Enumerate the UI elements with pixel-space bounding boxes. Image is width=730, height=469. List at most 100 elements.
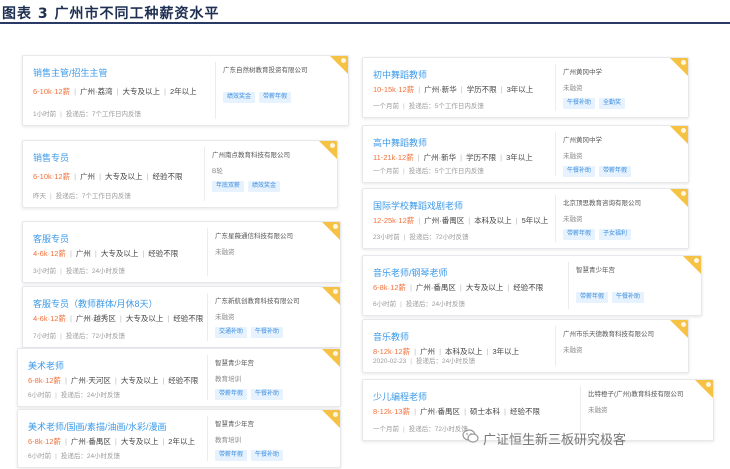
- feedback-time: 投递后：5个工作日内反馈: [408, 168, 484, 175]
- separator: |: [116, 87, 119, 96]
- feedback-time: 投递后：5个工作日内反馈: [408, 103, 484, 110]
- job-title[interactable]: 高中舞蹈教师: [373, 136, 427, 149]
- company-name[interactable]: 比特橙子(广州)教育科技有限公司: [588, 388, 683, 398]
- separator: |: [410, 358, 412, 365]
- job-title[interactable]: 初中舞蹈教师: [373, 68, 427, 81]
- separator: |: [464, 407, 467, 416]
- company-name[interactable]: 北京顶思教育咨询有限公司: [563, 197, 641, 207]
- benefit-tag: 带薪年假: [215, 389, 248, 400]
- job-title[interactable]: 少儿编程老师: [373, 390, 427, 403]
- job-card[interactable]: 销售专员 6-10k·12薪 | 广州 | 大专及以上 | 经验不限 昨天 | 投递后：7个工作日内…: [22, 140, 338, 208]
- job-card[interactable]: 高中舞蹈教师 11-21k·12薪 | 广州·新华 | 学历不限 | 3年以上 一个月前 | 投递后…: [362, 125, 689, 183]
- divider: [555, 64, 556, 111]
- company-name[interactable]: 广州南点教育科技有限公司: [212, 149, 290, 159]
- separator: |: [500, 153, 503, 162]
- posted-time: 6小时前: [28, 453, 52, 460]
- benefit-tag: 午餐补助: [563, 98, 596, 109]
- company-name[interactable]: 智慧青少年宫: [576, 264, 615, 274]
- job-title[interactable]: 美术老师: [28, 359, 64, 372]
- job-title[interactable]: 客服专员: [33, 232, 69, 245]
- job-title[interactable]: 销售主管/招生主管: [33, 66, 108, 79]
- benefit-tag: 带薪年假: [215, 450, 248, 461]
- job-meta: 6小时前 | 投递后：24小时反馈: [373, 298, 465, 308]
- job-card[interactable]: 音乐教师 8-12k·12薪 | 广州 | 本科及以上 | 3年以上 2020-02-23 | 投递…: [362, 319, 689, 373]
- job-title[interactable]: 客服专员（教师群体/月休8天）: [33, 297, 158, 310]
- location: 广州·番禺区: [424, 216, 465, 225]
- watermark: 广证恒生新三板研究极客: [483, 432, 627, 447]
- job-title[interactable]: 美术老师/国画/素描/油画/水彩/漫画: [28, 420, 167, 433]
- benefit-tag: 午餐补助: [251, 450, 284, 461]
- job-card[interactable]: 音乐老师/钢琴老师 6-8k·12薪 | 广州·番禺区 | 大专及以上 | 经验不限 6小时前 |…: [362, 255, 702, 316]
- company-funding: B轮: [212, 168, 223, 175]
- job-card[interactable]: 国际学校舞蹈戏剧老师 12-25k·12薪 | 广州·番禺区 | 本科及以上 | 5年以上 23…: [362, 188, 689, 249]
- corner-badge-icon: [333, 351, 338, 356]
- separator: |: [414, 407, 417, 416]
- job-requirements: 12-25k·12薪 | 广州·番禺区 | 本科及以上 | 5年以上: [373, 215, 548, 226]
- divider: [555, 195, 556, 242]
- separator: |: [74, 172, 77, 181]
- company-name[interactable]: 广东新航创教育科技有限公司: [215, 295, 300, 305]
- job-meta: 6小时前 | 投递后：24小时反馈: [28, 389, 120, 399]
- figure-title: 图表 3 广州市不同工种薪资水平: [2, 6, 220, 22]
- job-card[interactable]: 客服专员（教师群体/月休8天） 4-6k·12薪 | 广州·越秀区 | 大专及以上 | 经验不…: [22, 286, 341, 348]
- job-card[interactable]: 初中舞蹈教师 10-15k·12薪 | 广州·新华 | 学历不限 | 3年以上 一个月前 | 投递后…: [362, 57, 689, 118]
- posted-time: 2020-02-23: [373, 358, 407, 365]
- education: 本科及以上: [474, 216, 512, 225]
- separator: |: [167, 314, 170, 323]
- corner-badge-icon: [681, 128, 686, 133]
- benefit-tag: 交通补助: [215, 327, 248, 338]
- salary: 6-8k·12薪: [373, 283, 406, 292]
- location: 广州·番禺区: [70, 437, 111, 446]
- separator: |: [64, 437, 67, 446]
- posted-time: 23小时前: [373, 234, 400, 241]
- job-title[interactable]: 销售专员: [33, 151, 69, 164]
- job-title[interactable]: 国际学校舞蹈戏剧老师: [373, 199, 463, 212]
- corner-badge-icon: [341, 58, 346, 63]
- job-meta: 23小时前 | 投递后：72小时反馈: [373, 231, 469, 241]
- company-name[interactable]: 广东星薇通信科技有限公司: [215, 230, 293, 240]
- separator: |: [515, 216, 518, 225]
- job-meta: 7小时前 | 投递后：72小时反馈: [33, 330, 125, 340]
- company-name[interactable]: 广东自然树教育投资有限公司: [223, 64, 308, 74]
- posted-time: 昨天: [33, 193, 46, 200]
- job-card[interactable]: 客服专员 4-6k·12薪 | 广州 | 大专及以上 | 经验不限 3小时前 | 投递后：24小时反…: [22, 221, 341, 283]
- company-name[interactable]: 广州黄冈中学: [563, 134, 602, 144]
- benefit-tag: 带薪年假: [259, 92, 292, 103]
- separator: |: [403, 168, 405, 175]
- posted-time: 1小时前: [33, 111, 57, 118]
- benefit-tag: 全勤奖: [599, 98, 626, 109]
- location: 广州: [80, 172, 96, 181]
- education: 大专及以上: [100, 249, 139, 258]
- benefit-tag: 午餐补助: [251, 389, 284, 400]
- job-title[interactable]: 音乐教师: [373, 330, 409, 343]
- company-name[interactable]: 智慧青少年宫: [215, 357, 254, 367]
- corner-badge-icon: [694, 258, 699, 263]
- education: 大专及以上: [105, 172, 143, 181]
- benefit-tag: 绩效奖金: [248, 181, 281, 192]
- company-name[interactable]: 广州黄冈中学: [563, 66, 602, 76]
- company-name[interactable]: 广州市乐天德教育科技有限公司: [563, 328, 654, 338]
- divider: [207, 355, 208, 400]
- separator: |: [69, 249, 72, 258]
- experience: 2年以上: [169, 87, 197, 96]
- job-card[interactable]: 美术老师/国画/素描/油画/水彩/漫画 6-8k·12薪 | 广州·番禺区 | 大专及以上…: [17, 409, 341, 468]
- benefit-tag: 午餐补助: [612, 292, 645, 303]
- separator: |: [50, 193, 52, 200]
- job-meta: 一个月前 | 投递后：5个工作日内反馈: [373, 100, 484, 110]
- location: 广州·新华: [424, 85, 457, 94]
- benefit-tag: 子女福利: [599, 229, 632, 240]
- separator: |: [409, 283, 412, 292]
- experience: 经验不限: [168, 376, 199, 385]
- job-requirements: 6-8k·12薪 | 广州·天河区 | 大专及以上 | 经验不限: [28, 375, 198, 386]
- education: 大专及以上: [120, 437, 159, 446]
- job-title[interactable]: 音乐老师/钢琴老师: [373, 266, 448, 279]
- education: 大专及以上: [122, 87, 161, 96]
- benefit-tag: 午餐补助: [251, 327, 284, 338]
- company-name[interactable]: 智慧青少年宫: [215, 418, 254, 428]
- job-card[interactable]: 美术老师 6-8k·12薪 | 广州·天河区 | 大专及以上 | 经验不限 6小时前 | 投递后：2…: [17, 348, 341, 407]
- salary: 8-12k·13薪: [373, 407, 411, 416]
- separator: |: [162, 376, 165, 385]
- divider: [568, 262, 569, 309]
- job-card[interactable]: 销售主管/招生主管 6-10k·12薪 | 广州·荔湾 | 大专及以上 | 2年以上 1小时前 |…: [22, 55, 349, 126]
- feedback-time: 投递后：24小时反馈: [60, 453, 121, 460]
